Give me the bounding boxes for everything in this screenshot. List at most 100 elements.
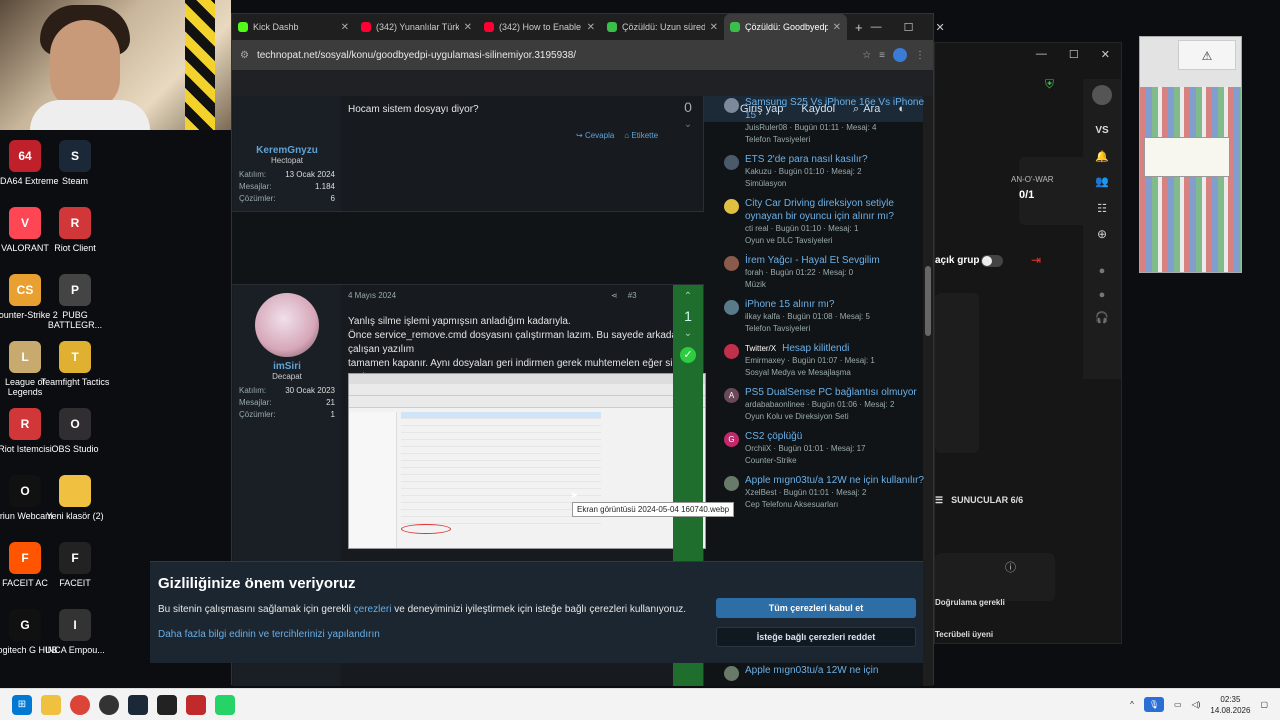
add-icon[interactable]: ⊕ (1083, 227, 1121, 241)
shield-app-icon[interactable] (186, 694, 206, 715)
desktop-icon[interactable]: F FACEIT (40, 542, 110, 588)
post-date[interactable]: 4 Mayıs 2024 (348, 291, 396, 300)
bookmark-star-icon[interactable]: ☆ (862, 50, 871, 61)
reply-button[interactable]: ↪ Cevapla (576, 131, 614, 140)
downvote-icon[interactable]: ⌄ (673, 328, 703, 339)
thread-title[interactable]: City Car Driving direksiyon setiyle oyna… (745, 197, 924, 223)
downvote-icon[interactable]: ⌄ (673, 119, 703, 130)
thread-category[interactable]: Telefon Tavsiyeleri (745, 134, 924, 145)
thread-title[interactable]: ETS 2'de para nasıl kasılır? (745, 153, 924, 166)
whatsapp-icon[interactable] (215, 694, 235, 715)
tag-button[interactable]: ⌂ Etikette (624, 131, 658, 140)
window-preview-thumbnail[interactable]: ⚠ (1139, 36, 1242, 273)
browser-tab[interactable]: (342) Yunanlılar Türk ✕ (355, 14, 478, 40)
minimize-icon[interactable]: — (871, 21, 882, 34)
thread-avatar[interactable] (724, 155, 739, 170)
thread-title[interactable]: iPhone 15 alınır mı? (745, 298, 924, 311)
microphone-icon[interactable]: 🎙 (1143, 697, 1164, 712)
thread-avatar[interactable] (724, 344, 739, 359)
menu-icon[interactable]: ⋮ (915, 50, 925, 61)
scrollbar-thumb[interactable] (925, 266, 931, 336)
thread-title[interactable]: CS2 çöplüğü (745, 430, 924, 443)
profile-avatar[interactable] (893, 48, 907, 62)
servers-row[interactable]: ☰ SUNUCULAR 6/6 (935, 489, 1085, 511)
thread-avatar[interactable] (724, 476, 739, 491)
avatar[interactable] (1092, 85, 1112, 105)
close-tab-icon[interactable]: ✕ (710, 22, 718, 33)
thread-category[interactable]: Sosyal Medya ve Mesajlaşma (745, 367, 924, 378)
headset-icon[interactable]: 🎧 (1083, 311, 1121, 324)
desktop-icon[interactable]: O OBS Studio (40, 408, 110, 454)
browser-tab[interactable]: Kick Dashb ✕ (232, 14, 355, 40)
new-tab-button[interactable]: + (847, 20, 871, 35)
thread-avatar[interactable]: A (724, 388, 739, 403)
chrome-icon[interactable] (70, 694, 90, 715)
thread-category[interactable]: Cep Telefonu Aksesuarları (745, 499, 924, 510)
page-scrollbar[interactable] (923, 96, 933, 686)
network-icon[interactable]: ▭ (1174, 700, 1182, 709)
desktop-icon[interactable]: Yeni klasör (2) (40, 475, 110, 521)
maximize-icon[interactable]: ☐ (904, 21, 914, 34)
thread-avatar[interactable] (724, 199, 739, 214)
close-tab-icon[interactable]: ✕ (587, 22, 595, 33)
browser-tab[interactable]: (342) How to Enable ✕ (478, 14, 601, 40)
desktop-icon[interactable]: R Riot Client (40, 207, 110, 253)
thread-title[interactable]: İrem Yağcı - Hayal Et Sevgilim (745, 254, 924, 267)
exit-icon[interactable]: ⇥ (1031, 253, 1041, 267)
desktop-icon[interactable]: S Steam (40, 140, 110, 186)
desktop-icon[interactable]: P PUBG BATTLEGR... (40, 274, 110, 330)
post-number[interactable]: #3 (628, 291, 637, 300)
close-tab-icon[interactable]: ✕ (464, 22, 472, 33)
tray-chevron-icon[interactable]: ^ (1130, 700, 1134, 709)
browser-tab[interactable]: Çözüldü: Uzun süred ✕ (601, 14, 724, 40)
windows-start-icon[interactable]: ⊞ (12, 694, 32, 715)
thread-category[interactable]: Oyun ve DLC Tavsiyeleri (745, 235, 924, 246)
reject-optional-cookies-button[interactable]: İsteğe bağlı çerezleri reddet (716, 627, 916, 647)
thread-category[interactable]: Müzik (745, 279, 924, 290)
attached-screenshot[interactable] (348, 373, 706, 549)
thread-avatar[interactable] (724, 300, 739, 315)
thread-avatar[interactable] (724, 666, 739, 681)
steam-icon[interactable] (128, 694, 148, 715)
friends-icon[interactable]: 👥 (1083, 175, 1121, 188)
author-name[interactable]: imSiri (233, 361, 341, 372)
cookie-preferences-link[interactable]: Daha fazla bilgi edinin ve tercihleriniz… (158, 629, 380, 640)
cookies-link[interactable]: çerezleri (354, 604, 392, 615)
avatar[interactable] (255, 293, 319, 357)
close-tab-icon[interactable]: ✕ (833, 22, 841, 33)
accept-all-cookies-button[interactable]: Tüm çerezleri kabul et (716, 598, 916, 618)
thread-avatar[interactable]: G (724, 432, 739, 447)
share-icon[interactable]: ⋖ (611, 291, 618, 300)
browser-tab[interactable]: Çözüldü: Goodbyedp ✕ (724, 14, 847, 40)
desktop-icon[interactable]: I INCA Empou... (40, 609, 110, 655)
thread-title[interactable]: PS5 DualSense PC bağlantısı olmuyor (745, 386, 924, 399)
thread-title[interactable]: Apple mıgn03tu/a 12W ne için kullanılır? (745, 474, 924, 487)
bell-icon[interactable]: 🔔 (1083, 150, 1121, 163)
upvote-icon[interactable]: ⌃ (673, 291, 703, 302)
site-info-icon[interactable]: ⚙ (240, 50, 249, 61)
thread-title[interactable]: Samsung S25 Vs iPhone 16e Vs iPhone 15 (745, 96, 924, 122)
maximize-icon[interactable]: ☐ (1069, 48, 1079, 61)
author-name[interactable]: KeremGnyzu (233, 145, 341, 156)
media-icon[interactable]: ≡ (879, 50, 885, 61)
info-icon[interactable]: ⓘ (1005, 559, 1016, 575)
close-icon[interactable]: ✕ (935, 21, 944, 34)
warning-icon[interactable]: ⚠ (1178, 40, 1236, 70)
faceit-icon[interactable] (157, 694, 177, 715)
desktop-icon[interactable]: T Teamfight Tactics (40, 341, 110, 387)
thread-category[interactable]: Counter-Strike (745, 455, 924, 466)
volume-icon[interactable]: ◁) (1192, 700, 1201, 709)
thread-category[interactable]: Simülasyon (745, 178, 924, 189)
thread-avatar[interactable] (724, 98, 739, 113)
notifications-icon[interactable]: ▢ (1260, 700, 1268, 709)
close-tab-icon[interactable]: ✕ (341, 22, 349, 33)
thread-title[interactable]: Twitter/X Hesap kilitlendi (745, 342, 924, 355)
thread-category[interactable]: Telefon Tavsiyeleri (745, 323, 924, 334)
group-toggle[interactable] (981, 255, 1003, 267)
obs-icon[interactable] (99, 694, 119, 715)
file-explorer-icon[interactable] (41, 694, 61, 715)
thread-title[interactable]: Apple mıgn03tu/a 12W ne için (745, 664, 924, 677)
close-icon[interactable]: ✕ (1101, 48, 1110, 61)
thread-category[interactable]: Oyun Kolu ve Direksiyon Seti (745, 411, 924, 422)
minimize-icon[interactable]: — (1036, 48, 1047, 60)
